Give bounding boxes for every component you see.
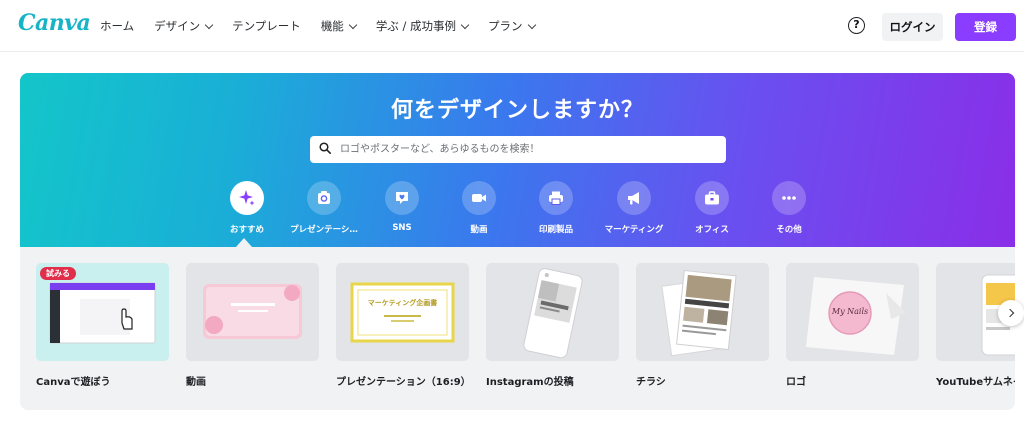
video-camera-icon (472, 194, 486, 202)
nav-templates[interactable]: テンプレート (232, 18, 301, 34)
nav-plans-label: プラン (488, 19, 523, 33)
category-marketing[interactable]: マーケティング (594, 181, 674, 235)
nav-design[interactable]: デザイン (154, 18, 214, 34)
help-icon[interactable]: ? (848, 17, 865, 34)
card-flyer[interactable]: チラシ (636, 263, 769, 388)
nav-learn-label: 学ぶ / 成功事例 (375, 19, 456, 33)
search-input[interactable] (340, 136, 710, 163)
category-office[interactable]: オフィス (672, 181, 752, 235)
card-label: Canvaで遊ぼう (36, 377, 111, 388)
search-icon (319, 142, 331, 154)
logo-thumb-text: My Nails (831, 307, 869, 316)
instagram-preview-image (523, 268, 583, 359)
search-box[interactable] (310, 136, 726, 163)
card-thumbnail: マーケティング企画書 (336, 263, 469, 361)
card-presentation[interactable]: マーケティング企画書 プレゼンテーション（16:9） (336, 263, 471, 388)
card-label: チラシ (636, 377, 666, 388)
flyer-preview-image (661, 269, 737, 357)
category-label: オフィス (695, 225, 729, 235)
more-dots-icon (782, 196, 796, 200)
nav-home[interactable]: ホーム (100, 18, 134, 34)
login-button[interactable]: ログイン (882, 13, 943, 41)
chevron-right-icon (1005, 308, 1014, 318)
hero-banner: 何をデザインしますか？ おすすめ (20, 73, 1015, 247)
category-presentation[interactable]: プレゼンテーシ… (284, 181, 364, 235)
category-icon-circle (617, 181, 651, 215)
category-label: 印刷製品 (538, 225, 573, 235)
hero-title: 何をデザインしますか？ (390, 98, 644, 123)
category-label: SNS (392, 223, 412, 233)
carousel-next-button[interactable] (998, 300, 1024, 326)
card-canva-playground[interactable]: 試みる Canvaで遊ぼう (36, 263, 169, 388)
category-recommended[interactable]: おすすめ (207, 181, 287, 235)
card-thumbnail (186, 263, 319, 361)
design-type-carousel: 試みる Canvaで遊ぼう 動画 マーケティング企画書 プレゼンテーション（16… (20, 247, 1015, 410)
category-label: 動画 (470, 225, 488, 235)
card-thumbnail (636, 263, 769, 361)
category-sns[interactable]: SNS (362, 181, 442, 233)
top-navigation-bar: Canva ホーム デザイン テンプレート 機能 学ぶ / 成功事例 プラン ?… (0, 0, 1024, 52)
category-icon-circle (695, 181, 729, 215)
category-more[interactable]: その他 (749, 181, 829, 235)
try-badge: 試みる (40, 267, 76, 280)
card-label: プレゼンテーション（16:9） (336, 377, 471, 388)
nav-templates-label: テンプレート (232, 19, 301, 33)
thumb-title: マーケティング企画書 (367, 299, 438, 307)
card-logo[interactable]: My Nails ロゴ (786, 263, 919, 388)
nav-plans[interactable]: プラン (488, 18, 536, 34)
sparkle-icon (239, 190, 255, 206)
card-thumbnail: 試みる (36, 263, 169, 361)
chevron-down-icon (204, 20, 214, 29)
nav-features-label: 機能 (320, 19, 344, 33)
presentation-icon (318, 191, 330, 204)
category-label: プレゼンテーシ… (290, 225, 358, 235)
card-video[interactable]: 動画 (186, 263, 319, 388)
chevron-down-icon (460, 20, 470, 29)
chevron-down-icon (348, 20, 358, 29)
category-label: マーケティング (604, 225, 664, 235)
category-icon-circle (462, 181, 496, 215)
briefcase-icon (705, 191, 719, 205)
printer-icon (549, 191, 563, 205)
video-preview-image (203, 284, 302, 339)
category-icon-circle (307, 181, 341, 215)
card-label: 動画 (186, 377, 206, 388)
card-instagram-post[interactable]: Instagramの投稿 (486, 263, 619, 388)
card-thumbnail: My Nails (786, 263, 919, 361)
category-label: その他 (776, 225, 802, 235)
main-nav: ホーム デザイン テンプレート 機能 学ぶ / 成功事例 プラン (100, 0, 536, 52)
category-tabs: おすすめ プレゼンテーシ… SNS 動画 印刷製品 マーケティング オフィス そ… (20, 181, 1015, 247)
card-youtube-thumbnail[interactable]: YouTubeサムネイル (936, 263, 1015, 388)
nav-design-label: デザイン (154, 19, 201, 33)
canva-logo[interactable]: Canva (18, 10, 91, 36)
category-icon-circle (539, 181, 573, 215)
nav-features[interactable]: 機能 (320, 18, 358, 34)
nav-learn[interactable]: 学ぶ / 成功事例 (375, 18, 470, 34)
chevron-down-icon (527, 20, 536, 29)
card-label: Instagramの投稿 (486, 377, 574, 388)
category-icon-circle (230, 181, 264, 215)
category-label: おすすめ (229, 225, 264, 235)
nav-home-label: ホーム (100, 19, 135, 33)
category-video[interactable]: 動画 (439, 181, 519, 235)
heart-chat-icon (396, 192, 408, 204)
active-tab-indicator (236, 238, 252, 247)
presentation-preview-image (350, 282, 455, 343)
megaphone-icon (628, 192, 639, 205)
card-label: YouTubeサムネイル (936, 377, 1015, 388)
card-thumbnail (486, 263, 619, 361)
signup-button[interactable]: 登録 (955, 13, 1016, 41)
card-label: ロゴ (786, 377, 806, 388)
category-print[interactable]: 印刷製品 (516, 181, 596, 235)
category-icon-circle (385, 181, 419, 215)
category-icon-circle (772, 181, 806, 215)
